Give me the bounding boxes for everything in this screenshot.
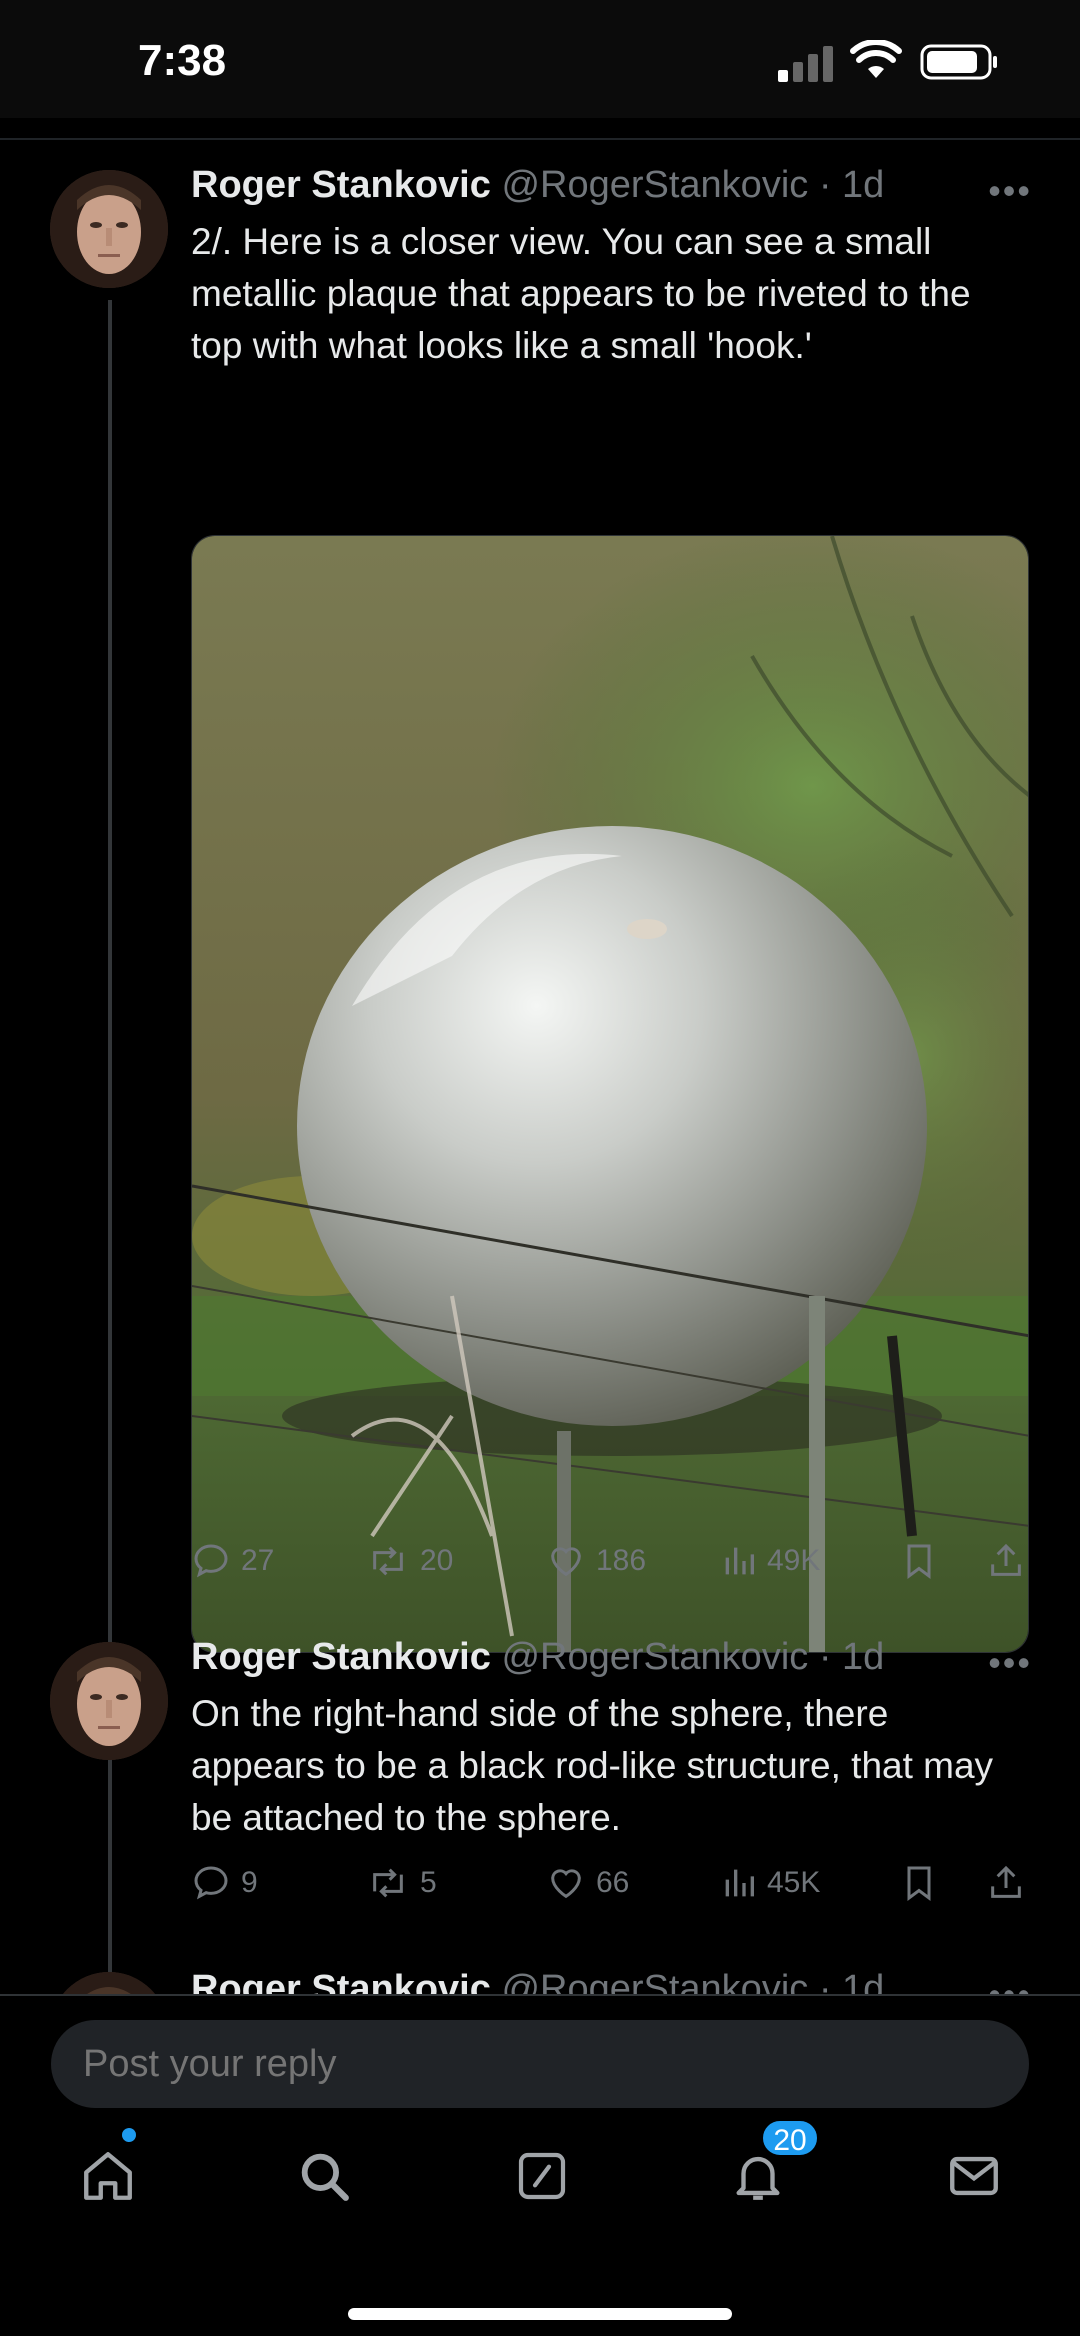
repost-button[interactable]: 5: [366, 1858, 437, 1908]
share-button[interactable]: [986, 1858, 1026, 1908]
repost-icon: [373, 1868, 403, 1898]
like-button[interactable]: 186: [546, 1536, 646, 1586]
share-icon: [991, 1543, 1021, 1576]
tab-home[interactable]: [68, 2136, 148, 2216]
repost-button[interactable]: 20: [366, 1536, 453, 1586]
home-indicator: [348, 2308, 732, 2320]
views-icon: [725, 1869, 754, 1897]
bottom-bar: 20: [0, 1994, 1080, 2336]
tweet-header: Roger Stankovic @RogerStankovic · 1d: [191, 1636, 1020, 1686]
search-icon: [301, 2153, 349, 2201]
tweet-text: 2/. Here is a closer view. You can see a…: [191, 221, 971, 366]
reply-count: 27: [241, 1544, 275, 1577]
tab-search[interactable]: [284, 2136, 364, 2216]
views-count: 49K: [767, 1544, 821, 1577]
tweet-time: · 1d: [818, 1636, 885, 1678]
wifi-icon: [850, 40, 902, 78]
tweet-time: · 1d: [818, 164, 885, 206]
bookmark-button[interactable]: [901, 1858, 937, 1908]
messages-icon: [950, 2156, 998, 2196]
tweet-actions: 9 5 66 45K: [191, 1858, 1031, 1908]
reply-icon: [194, 1544, 228, 1578]
more-options-icon[interactable]: •••: [988, 1642, 1032, 1684]
tab-compose[interactable]: [502, 2136, 582, 2216]
more-options-icon[interactable]: •••: [988, 170, 1032, 212]
tab-messages[interactable]: [934, 2136, 1014, 2216]
repost-icon: [373, 1546, 403, 1576]
tab-bar: 20: [0, 2118, 1080, 2256]
reply-input[interactable]: [51, 2020, 1029, 2108]
heart-icon: [551, 1547, 581, 1577]
tweet-header: Roger Stankovic @RogerStankovic · 1d: [191, 1968, 1020, 1996]
compose-icon: [518, 2152, 566, 2200]
battery-icon: [920, 44, 997, 80]
reply-button[interactable]: 27: [191, 1536, 274, 1586]
tab-notifications[interactable]: 20: [718, 2118, 820, 2216]
heart-icon: [551, 1869, 581, 1899]
views-icon: [725, 1547, 754, 1575]
tweet-actions: 27 20 186 49K: [191, 1536, 1031, 1586]
share-icon: [991, 1865, 1021, 1898]
thread-line: [108, 300, 112, 1775]
tweet-text: On the right-hand side of the sphere, th…: [191, 1693, 994, 1838]
more-options-icon[interactable]: •••: [988, 1974, 1032, 1996]
home-icon: [84, 2152, 132, 2200]
author-name[interactable]: Roger Stankovic: [191, 1968, 491, 1996]
status-time: 7:38: [138, 36, 227, 85]
share-button[interactable]: [986, 1536, 1026, 1586]
tweet[interactable]: Roger Stankovic @RogerStankovic · 1d •••…: [0, 1610, 1080, 1972]
reply-button[interactable]: 9: [191, 1858, 258, 1908]
cellular-signal-icon: [778, 44, 834, 82]
reply-icon: [194, 1866, 228, 1900]
author-handle[interactable]: @RogerStankovic: [501, 1968, 808, 1996]
bookmark-button[interactable]: [901, 1536, 937, 1586]
repost-count: 20: [420, 1544, 454, 1577]
tweet[interactable]: Roger Stankovic @RogerStankovic · 1d •••…: [0, 140, 1080, 1775]
tweet-time: · 1d: [818, 1968, 885, 1996]
avatar[interactable]: [50, 170, 168, 288]
bookmark-icon: [907, 1866, 931, 1901]
avatar[interactable]: [50, 1972, 168, 1996]
tweet-header: Roger Stankovic @RogerStankovic · 1d: [191, 164, 1020, 214]
like-count: 66: [596, 1866, 630, 1899]
status-bar: 7:38: [0, 0, 1080, 118]
bookmark-icon: [907, 1544, 931, 1579]
notifications-badge: 20: [760, 2118, 820, 2158]
author-handle[interactable]: @RogerStankovic: [501, 164, 808, 206]
like-count: 186: [596, 1544, 647, 1577]
author-name[interactable]: Roger Stankovic: [191, 164, 491, 206]
repost-count: 5: [420, 1866, 437, 1899]
views-count: 45K: [767, 1866, 821, 1899]
tweet[interactable]: Roger Stankovic @RogerStankovic · 1d •••: [0, 1940, 1080, 1996]
avatar[interactable]: [50, 1642, 168, 1760]
tweet-photo[interactable]: [191, 535, 1029, 1653]
views-button[interactable]: 49K: [721, 1536, 820, 1586]
author-name[interactable]: Roger Stankovic: [191, 1636, 491, 1678]
views-button[interactable]: 45K: [721, 1858, 820, 1908]
reply-count: 9: [241, 1866, 258, 1899]
like-button[interactable]: 66: [546, 1858, 629, 1908]
author-handle[interactable]: @RogerStankovic: [501, 1636, 808, 1678]
